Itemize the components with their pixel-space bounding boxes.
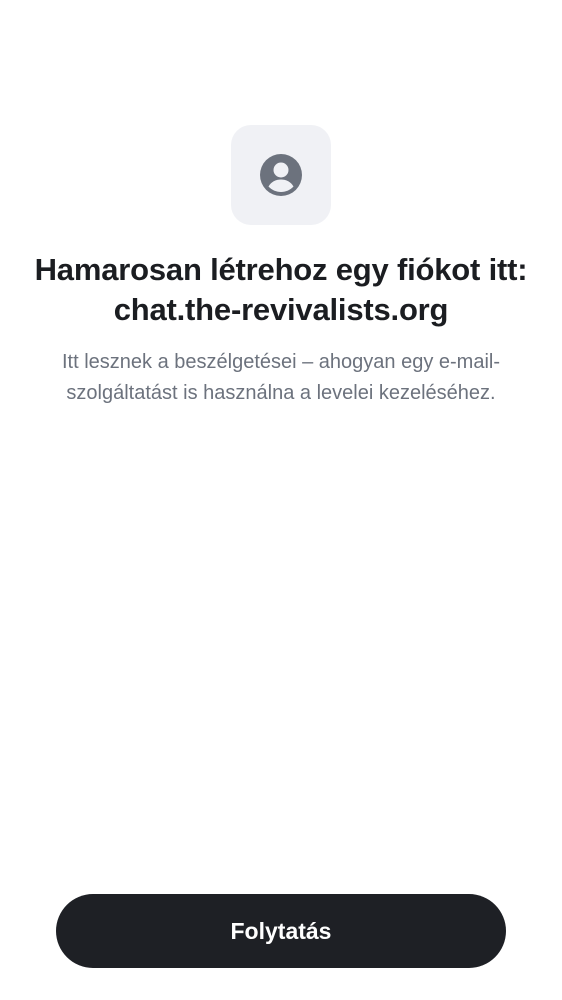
account-icon-tile [231,125,331,225]
user-account-icon [260,154,302,196]
page-title: Hamarosan létrehoz egy fiókot itt: chat.… [34,252,528,327]
continue-button[interactable]: Folytatás [56,894,506,968]
page-description: Itt lesznek a beszélgetései – ahogyan eg… [61,351,501,404]
